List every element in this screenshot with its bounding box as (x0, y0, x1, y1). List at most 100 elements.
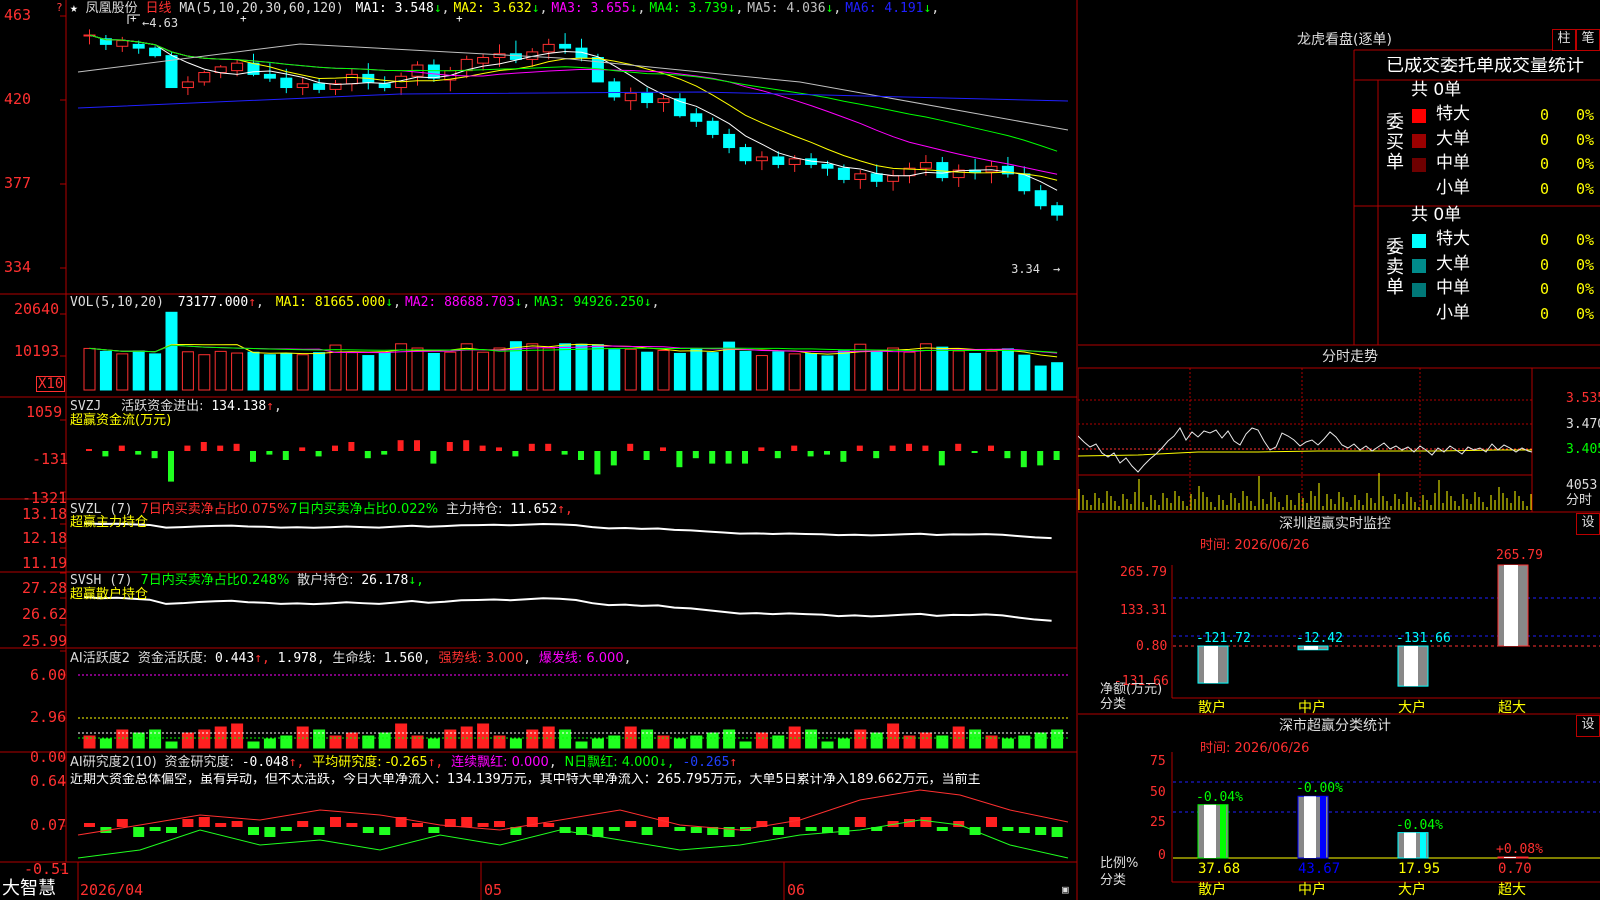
candle[interactable] (706, 120, 719, 135)
volume-bar[interactable] (739, 350, 752, 391)
candle[interactable] (1051, 205, 1064, 216)
volume-bar[interactable] (477, 351, 490, 391)
volume-bar[interactable] (870, 350, 883, 391)
volume-bar[interactable] (1051, 362, 1064, 391)
lock-icon[interactable]: ▣ (1062, 884, 1069, 895)
candle[interactable] (378, 83, 391, 89)
volume-bar[interactable] (181, 351, 194, 391)
candle[interactable] (198, 72, 211, 83)
volume-bar[interactable] (772, 351, 785, 391)
volume-bar[interactable] (837, 350, 850, 391)
candle[interactable] (1034, 190, 1047, 207)
candle[interactable] (181, 81, 194, 89)
stock-name[interactable]: 凤凰股份 (86, 1, 138, 16)
volume-bar[interactable] (1018, 354, 1031, 391)
monitor-bar[interactable] (1297, 645, 1329, 651)
candle[interactable] (936, 162, 949, 179)
volume-bar[interactable] (969, 352, 982, 391)
monitor-settings-button[interactable]: 设 (1576, 513, 1600, 535)
candle[interactable] (821, 163, 834, 169)
volume-bar[interactable] (444, 351, 457, 391)
candle[interactable] (132, 43, 145, 49)
candle[interactable] (657, 98, 670, 104)
volume-bar[interactable] (542, 347, 555, 391)
volume-bar[interactable] (608, 349, 621, 391)
candle[interactable] (641, 92, 654, 104)
volume-bar[interactable] (83, 347, 96, 391)
volume-bar[interactable] (411, 347, 424, 391)
volume-bar[interactable] (198, 354, 211, 391)
candle[interactable] (345, 73, 358, 85)
volume-bar[interactable] (887, 347, 900, 391)
volume-bar[interactable] (673, 352, 686, 391)
volume-bar[interactable] (706, 352, 719, 391)
period-label[interactable]: 日线 (146, 1, 172, 16)
menu-icon[interactable]: ? (56, 2, 63, 13)
classstat-bar[interactable] (1497, 856, 1529, 859)
volume-bar[interactable] (378, 352, 391, 391)
classstat-settings-button[interactable]: 设 (1576, 715, 1600, 737)
volume-bar[interactable] (231, 352, 244, 391)
candle[interactable] (542, 43, 555, 53)
volume-bar[interactable] (247, 351, 260, 391)
volume-bar[interactable] (755, 355, 768, 391)
candle[interactable] (313, 83, 326, 90)
monitor-bar[interactable] (1497, 564, 1529, 647)
candle[interactable] (690, 113, 703, 122)
volume-bar[interactable] (427, 352, 440, 391)
volume-bar[interactable] (214, 350, 227, 391)
volume-bar[interactable] (99, 350, 112, 391)
candle[interactable] (755, 156, 768, 162)
candle[interactable] (854, 173, 867, 180)
volume-bar[interactable] (263, 354, 276, 391)
volume-bar[interactable] (805, 352, 818, 391)
volume-bar[interactable] (1034, 365, 1047, 391)
candle[interactable] (739, 147, 752, 162)
candle[interactable] (985, 165, 998, 173)
volume-bar[interactable] (788, 353, 801, 391)
vol-multiplier-badge[interactable]: X10 (36, 376, 66, 392)
tick-view-button[interactable]: 笔 (1576, 29, 1600, 51)
volume-bar[interactable] (296, 354, 309, 391)
volume-bar[interactable] (936, 346, 949, 391)
volume-bar[interactable] (493, 347, 506, 391)
volume-bar[interactable] (362, 355, 375, 391)
candle[interactable] (870, 173, 883, 182)
candle[interactable] (477, 57, 490, 64)
volume-bar[interactable] (280, 352, 293, 391)
candle[interactable] (887, 175, 900, 182)
monitor-bar[interactable] (1397, 645, 1429, 687)
candle[interactable] (559, 43, 572, 49)
candle[interactable] (427, 64, 440, 79)
volume-bar[interactable] (591, 344, 604, 391)
volume-bar[interactable] (690, 347, 703, 391)
candle[interactable] (263, 73, 276, 79)
volume-bar[interactable] (641, 351, 654, 391)
volume-bar[interactable] (985, 350, 998, 391)
intraday-title[interactable]: 分时走势 (1322, 350, 1378, 364)
candle[interactable] (919, 162, 932, 169)
candle[interactable] (723, 133, 736, 149)
candle[interactable] (788, 158, 801, 165)
volume-bar[interactable] (952, 350, 965, 391)
volume-bar[interactable] (1001, 348, 1014, 391)
classstat-bar[interactable] (1197, 804, 1229, 859)
volume-bar[interactable] (559, 343, 572, 391)
candle[interactable] (837, 167, 850, 180)
candle[interactable] (280, 77, 293, 89)
candle[interactable] (608, 81, 621, 98)
volume-bar[interactable] (657, 350, 670, 391)
volume-bar[interactable] (116, 353, 129, 391)
volume-bar[interactable] (903, 351, 916, 391)
candle[interactable] (231, 62, 244, 72)
candle[interactable] (772, 156, 785, 165)
volume-bar[interactable] (149, 353, 162, 391)
monitor-bar[interactable] (1197, 645, 1229, 684)
favorite-star-icon[interactable]: ★ (70, 1, 78, 16)
volume-bar[interactable] (132, 350, 145, 391)
candle[interactable] (149, 47, 162, 57)
candle[interactable] (509, 53, 522, 60)
volume-bar[interactable] (575, 343, 588, 391)
candle[interactable] (116, 40, 129, 47)
volume-bar[interactable] (821, 355, 834, 391)
